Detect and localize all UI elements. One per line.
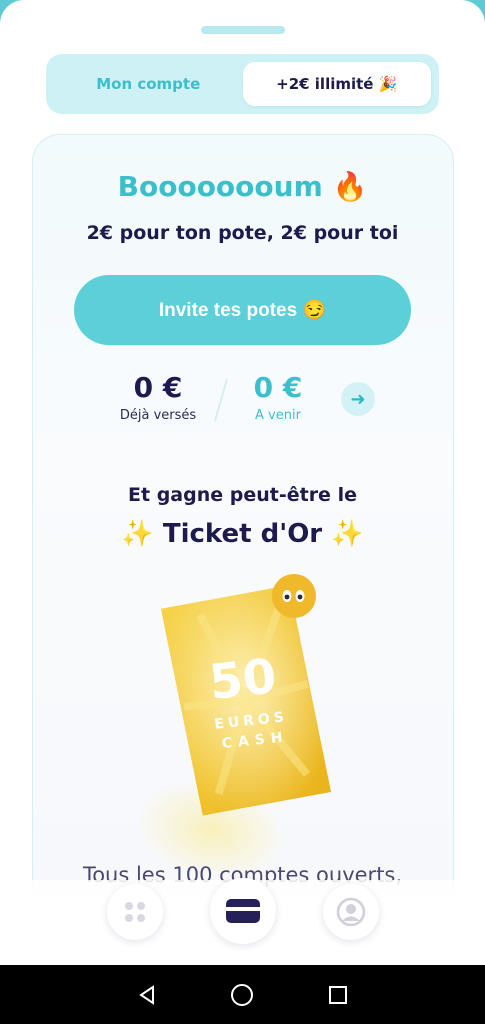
ticket-title-row: ✨ Ticket d'Or ✨ bbox=[0, 519, 485, 549]
stat-paid-value: 0 € bbox=[133, 371, 183, 404]
android-navbar bbox=[0, 965, 485, 1024]
recents-icon[interactable] bbox=[327, 984, 349, 1006]
grid-icon bbox=[125, 902, 145, 922]
golden-ticket-illustration: 50 EUROS CASH bbox=[150, 570, 350, 850]
tab-mon-compte[interactable]: Mon compte bbox=[54, 62, 243, 106]
tab-card[interactable] bbox=[210, 878, 276, 944]
ticket-title: Ticket d'Or bbox=[162, 519, 323, 549]
sparkle-icon: ✨ bbox=[331, 519, 364, 549]
ticket-amount: 50 bbox=[207, 648, 279, 711]
sparkle-icon: ✨ bbox=[121, 519, 154, 549]
invite-friends-button[interactable]: Invite tes potes 😏 bbox=[74, 275, 411, 345]
back-icon[interactable] bbox=[136, 984, 158, 1006]
stat-paid: 0 € Déjà versés bbox=[112, 371, 204, 423]
home-circle-icon[interactable] bbox=[230, 983, 254, 1007]
stat-pending-label: A venir bbox=[255, 408, 301, 423]
eyes-badge-icon bbox=[272, 574, 316, 618]
tab-profile[interactable] bbox=[323, 884, 379, 940]
card-icon bbox=[226, 899, 260, 923]
referral-subline: 2€ pour ton pote, 2€ pour toi bbox=[86, 222, 399, 244]
referral-sheet: Mon compte +2€ illimité 🎉 Boooooooum 🔥 2… bbox=[0, 0, 485, 965]
arrow-right-icon[interactable]: ➜ bbox=[341, 382, 375, 416]
sheet-grabber[interactable] bbox=[201, 26, 285, 34]
headline: Boooooooum 🔥 bbox=[117, 170, 368, 203]
stat-pending: 0 € A venir bbox=[236, 371, 320, 423]
stat-paid-label: Déjà versés bbox=[119, 408, 197, 423]
tab-bar bbox=[0, 878, 485, 965]
ticket-intro: Et gagne peut-être le bbox=[128, 484, 357, 506]
golden-ticket-svg: 50 EUROS CASH bbox=[160, 574, 332, 816]
tab-home[interactable] bbox=[107, 884, 163, 940]
profile-icon bbox=[336, 897, 366, 927]
segmented-control: Mon compte +2€ illimité 🎉 bbox=[46, 54, 439, 114]
tab-referral[interactable]: +2€ illimité 🎉 bbox=[242, 62, 431, 106]
stat-pending-value: 0 € bbox=[253, 371, 303, 404]
